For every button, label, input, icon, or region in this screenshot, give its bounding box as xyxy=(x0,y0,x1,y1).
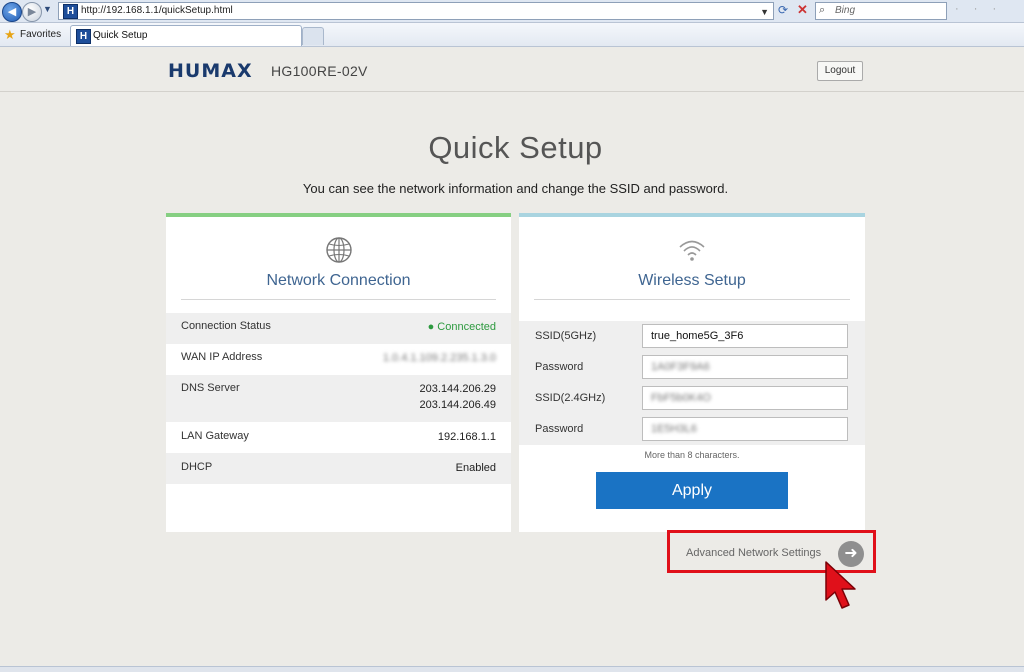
history-dropdown-icon[interactable]: ▼ xyxy=(43,4,52,14)
field-label: Password xyxy=(535,361,584,373)
favorites-button[interactable]: Favorites xyxy=(20,29,61,40)
site-favicon-icon: H xyxy=(63,4,78,19)
password-24ghz-input[interactable]: 1E5H3L6 xyxy=(642,417,848,441)
search-input[interactable]: ⌕ Bing xyxy=(815,2,947,20)
model-name: HG100RE-02V xyxy=(271,63,368,79)
network-connection-title: Network Connection xyxy=(266,272,411,289)
password-24ghz-value: 1E5H3L6 xyxy=(651,423,697,435)
info-label: WAN IP Address xyxy=(181,351,263,363)
tab-quick-setup[interactable]: H Quick Setup xyxy=(70,25,302,46)
new-tab-button[interactable] xyxy=(302,27,324,45)
tab-favicon-icon: H xyxy=(76,29,91,44)
divider xyxy=(181,299,496,300)
wan-ip-value: 1.0.4.1.109.2.235.1.3.0 xyxy=(382,352,496,364)
row-password-24ghz: Password 1E5H3L6 xyxy=(519,414,865,445)
url-text: http://192.168.1.1/quickSetup.html xyxy=(81,5,233,16)
ssid-5ghz-input[interactable]: true_home5G_3F6 xyxy=(642,324,848,348)
page-subtitle: You can see the network information and … xyxy=(302,181,729,196)
dhcp-value: Enabled xyxy=(455,462,496,474)
ssid-24ghz-input[interactable]: FbF5b0K4O xyxy=(642,386,848,410)
info-label: Connection Status xyxy=(181,320,271,332)
wifi-icon xyxy=(679,240,705,261)
row-connection-status: Connection Status ● Conncected xyxy=(166,313,511,344)
apply-button[interactable]: Apply xyxy=(596,472,788,509)
field-label: SSID(2.4GHz) xyxy=(535,392,606,404)
advanced-network-settings-link[interactable]: Advanced Network Settings xyxy=(686,547,821,559)
favorites-bar: ★ Favorites H Quick Setup xyxy=(0,23,1024,47)
address-bar: ◀ ▶ ▼ H http://192.168.1.1/quickSetup.ht… xyxy=(0,0,1024,23)
lan-gateway-value: 192.168.1.1 xyxy=(437,431,496,443)
logout-button[interactable]: Logout xyxy=(817,61,863,81)
info-label: DHCP xyxy=(181,461,213,473)
page-title: Quick Setup xyxy=(428,130,603,165)
globe-icon xyxy=(325,237,352,263)
row-password-5ghz: Password 1A0F3F9A6 xyxy=(519,352,865,383)
dns-secondary-value: 203.144.206.49 xyxy=(419,399,496,411)
status-bar xyxy=(0,666,1024,672)
row-lan-gateway: LAN Gateway 192.168.1.1 xyxy=(166,422,511,453)
brand-logo: HUMAX xyxy=(168,60,253,82)
favorites-star-icon[interactable]: ★ xyxy=(4,27,16,43)
wireless-setup-title: Wireless Setup xyxy=(638,272,746,289)
network-connection-card: Network Connection Connection Status ● C… xyxy=(166,213,511,532)
field-label: Password xyxy=(535,423,584,435)
row-wan-ip: WAN IP Address 1.0.4.1.109.2.235.1.3.0 xyxy=(166,344,511,375)
wireless-setup-card: Wireless Setup SSID(5GHz) true_home5G_3F… xyxy=(519,213,865,532)
tab-label: Quick Setup xyxy=(93,30,148,41)
search-placeholder: Bing xyxy=(835,5,856,16)
row-ssid-5ghz: SSID(5GHz) true_home5G_3F6 xyxy=(519,321,865,352)
row-ssid-24ghz: SSID(2.4GHz) FbF5b0K4O xyxy=(519,383,865,414)
password-5ghz-input[interactable]: 1A0F3F9A6 xyxy=(642,355,848,379)
page-header: HUMAX HG100RE-02V Logout xyxy=(0,47,1024,92)
row-dhcp: DHCP Enabled xyxy=(166,453,511,484)
url-field[interactable]: H http://192.168.1.1/quickSetup.html ▼ xyxy=(58,2,774,20)
password-5ghz-value: 1A0F3F9A6 xyxy=(651,361,710,373)
info-label: DNS Server xyxy=(181,382,240,394)
ssid-24ghz-value: FbF5b0K4O xyxy=(651,392,711,404)
mouse-cursor-icon xyxy=(825,561,856,609)
connection-status-value: ● Conncected xyxy=(427,321,496,333)
back-button[interactable]: ◀ xyxy=(2,2,22,22)
info-label: LAN Gateway xyxy=(181,430,249,442)
password-hint: More than 8 characters. xyxy=(644,450,740,460)
refresh-icon[interactable]: ⟳ xyxy=(778,3,788,17)
divider xyxy=(534,299,850,300)
search-icon: ⌕ xyxy=(819,4,826,16)
forward-arrow-icon: ▶ xyxy=(27,6,37,18)
forward-button[interactable]: ▶ xyxy=(22,2,42,22)
stop-icon[interactable]: ✕ xyxy=(797,2,808,18)
dns-primary-value: 203.144.206.29 xyxy=(419,383,496,395)
field-label: SSID(5GHz) xyxy=(535,330,597,342)
back-arrow-icon: ◀ xyxy=(7,6,17,18)
row-dns-server: DNS Server 203.144.206.29 203.144.206.49 xyxy=(166,375,511,422)
url-dropdown-icon[interactable]: ▼ xyxy=(760,7,769,17)
toolbar-icons[interactable]: · · · xyxy=(955,3,1002,15)
